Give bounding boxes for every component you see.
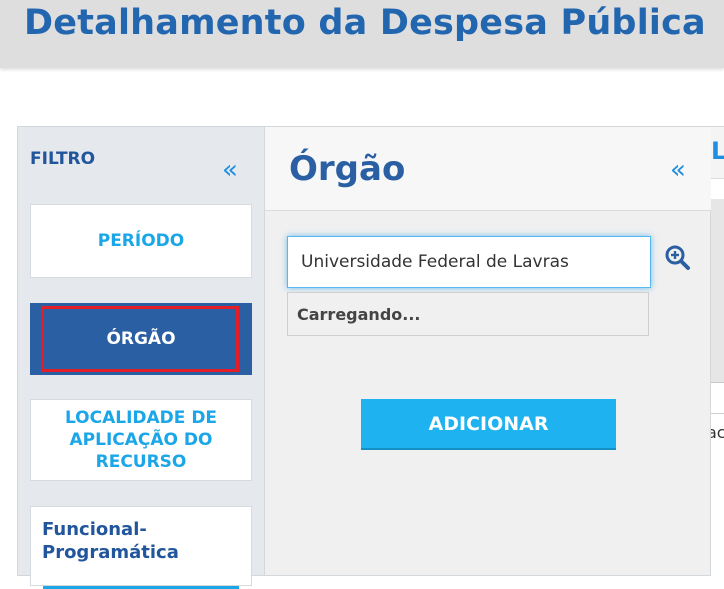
filter-localidade-button[interactable]: LOCALIDADE DE APLICAÇÃO DO RECURSO <box>30 399 252 481</box>
page-title: Detalhamento da Despesa Pública <box>24 3 706 43</box>
orgao-title: Órgão <box>289 149 406 189</box>
filter-orgao-button[interactable]: ÓRGÃO <box>30 303 252 375</box>
page-header: Detalhamento da Despesa Pública <box>0 0 724 68</box>
results-panel-band <box>711 199 724 383</box>
results-header-fragment: L <box>711 137 724 165</box>
collapse-filter-icon[interactable]: « <box>222 157 238 183</box>
add-button[interactable]: ADICIONAR <box>361 399 616 450</box>
orgao-search-input[interactable] <box>287 236 651 288</box>
autocomplete-dropdown: Carregando... <box>287 292 649 336</box>
search-zoom-icon[interactable] <box>663 243 693 273</box>
results-panel-header: L <box>711 127 724 179</box>
orgao-panel-header: Órgão « <box>265 127 711 211</box>
loading-text: Carregando... <box>297 305 421 324</box>
filter-funcional-label: Funcional-Programática <box>42 519 179 563</box>
orgao-panel: Órgão « Carregando... ADICIONAR <box>264 126 711 576</box>
results-divider <box>711 413 724 414</box>
results-row-fragment: ac <box>711 423 724 442</box>
filter-title: FILTRO <box>30 149 96 169</box>
filter-panel: FILTRO « PERÍODO ÓRGÃO LOCALIDADE DE APL… <box>17 126 264 589</box>
filter-periodo-button[interactable]: PERÍODO <box>30 204 252 278</box>
filter-orgao-label: ÓRGÃO <box>106 329 176 349</box>
results-panel-edge: L ac <box>711 126 724 576</box>
filter-funcional-programatica-button[interactable]: Funcional-Programática <box>30 506 252 589</box>
collapse-orgao-icon[interactable]: « <box>670 157 686 183</box>
